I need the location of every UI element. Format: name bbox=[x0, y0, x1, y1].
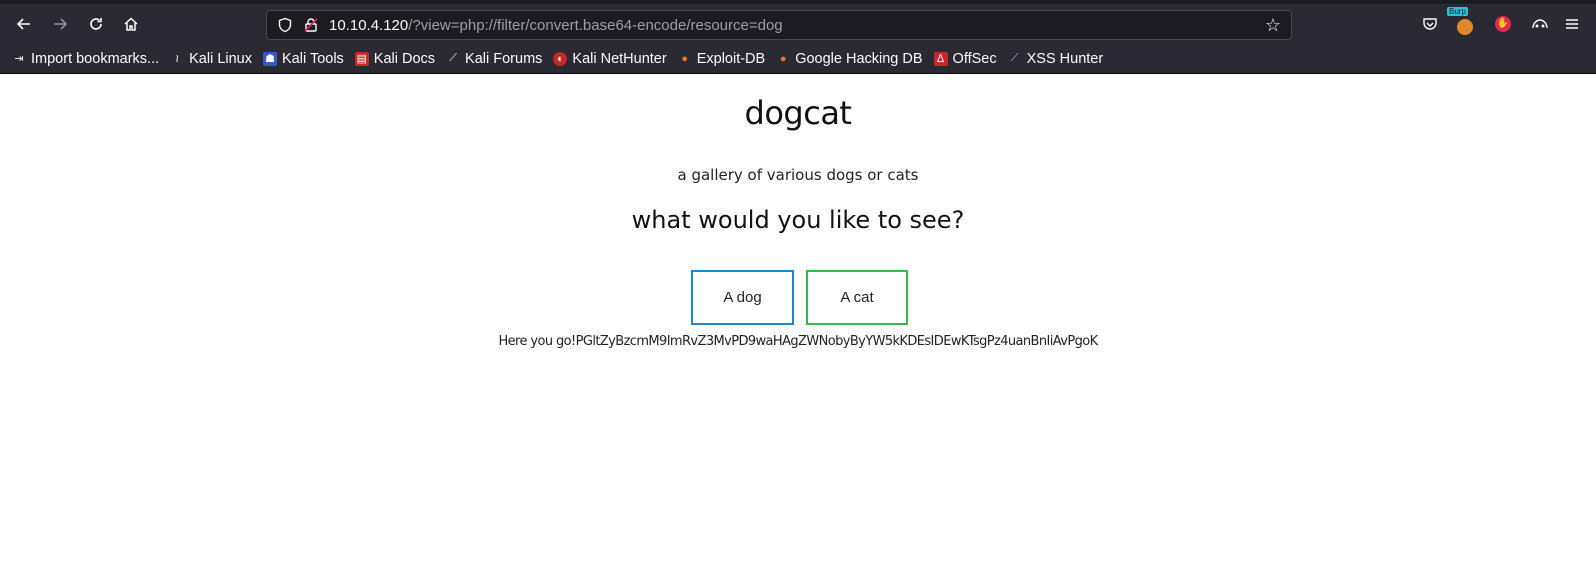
bookmark-label: OffSec bbox=[952, 50, 997, 67]
ghdb-icon: ● bbox=[779, 52, 787, 65]
bookmark-star-icon[interactable]: ☆ bbox=[1265, 15, 1281, 36]
bookmark-label: XSS Hunter bbox=[1026, 50, 1104, 67]
home-icon bbox=[124, 17, 138, 31]
bookmark-label: Kali NetHunter bbox=[572, 50, 667, 67]
xss-hunter-icon: ⟋ bbox=[1010, 52, 1019, 64]
wappalyzer-icon bbox=[1532, 19, 1548, 29]
back-button[interactable] bbox=[10, 10, 38, 38]
forward-button[interactable] bbox=[46, 10, 74, 38]
pocket-button[interactable] bbox=[1418, 12, 1442, 36]
home-button[interactable] bbox=[117, 10, 145, 38]
burp-extension-button[interactable]: Burp bbox=[1447, 7, 1477, 36]
bookmark-kali-linux[interactable]: ≀ Kali Linux bbox=[170, 51, 252, 67]
tracking-shield-icon[interactable] bbox=[277, 17, 293, 33]
menu-button[interactable] bbox=[1560, 12, 1584, 36]
bookmark-import[interactable]: ⇥ Import bookmarks... bbox=[12, 51, 159, 67]
bookmark-label: Exploit-DB bbox=[696, 50, 766, 67]
red-hand-icon: ✋ bbox=[1495, 16, 1511, 32]
stop-extension-button[interactable]: ✋ bbox=[1491, 12, 1515, 36]
arrow-right-icon bbox=[54, 18, 68, 30]
bookmark-label: Kali Tools bbox=[282, 50, 344, 67]
extension-button[interactable] bbox=[1528, 12, 1552, 36]
exploit-db-icon: ● bbox=[681, 52, 689, 65]
page-title: dogcat bbox=[744, 94, 852, 132]
bookmark-xss-hunter[interactable]: ⟋ XSS Hunter bbox=[1008, 50, 1104, 67]
bookmarks-toolbar: ⇥ Import bookmarks... ≀ Kali Linux ☗ Kal… bbox=[0, 44, 1596, 74]
bookmark-label: Kali Linux bbox=[189, 50, 252, 67]
page-content: dogcat a gallery of various dogs or cats… bbox=[0, 74, 1596, 560]
result-text: Here you go!PGltZyBzcmM9ImRvZ3MvPD9waHAg… bbox=[498, 334, 1098, 349]
hamburger-menu-icon bbox=[1566, 19, 1578, 29]
kali-tools-icon: ☗ bbox=[263, 51, 277, 66]
browser-chrome: 10.10.4.120/?view=php://filter/convert.b… bbox=[0, 0, 1596, 74]
import-icon: ⇥ bbox=[14, 53, 24, 65]
kali-docs-icon: ▤ bbox=[354, 51, 369, 66]
dog-button[interactable]: A dog bbox=[691, 270, 794, 325]
bookmark-exploit-db[interactable]: ● Exploit-DB bbox=[678, 50, 766, 67]
bookmark-kali-forums[interactable]: ⟋ Kali Forums bbox=[446, 51, 542, 67]
bookmark-label: Import bookmarks... bbox=[31, 50, 160, 67]
page-subtitle: a gallery of various dogs or cats bbox=[677, 166, 919, 184]
url-text[interactable]: 10.10.4.120/?view=php://filter/convert.b… bbox=[329, 17, 783, 34]
arrow-left-icon bbox=[16, 18, 30, 30]
bookmark-label: Kali Docs bbox=[373, 50, 436, 67]
page-question: what would you like to see? bbox=[631, 206, 965, 234]
burp-badge: Burp bbox=[1447, 7, 1468, 16]
bookmark-kali-docs[interactable]: ▤ Kali Docs bbox=[354, 50, 436, 67]
bookmark-label: Kali Forums bbox=[465, 50, 543, 67]
url-host: 10.10.4.120 bbox=[329, 17, 409, 34]
foxyproxy-icon bbox=[1457, 19, 1473, 35]
navigation-toolbar: 10.10.4.120/?view=php://filter/convert.b… bbox=[0, 4, 1596, 44]
offsec-icon: ∆ bbox=[933, 51, 948, 66]
cat-button[interactable]: A cat bbox=[806, 270, 908, 325]
bookmark-kali-nethunter[interactable]: ◐ Kali NetHunter bbox=[553, 50, 667, 67]
kali-forums-icon: ⟋ bbox=[449, 52, 457, 64]
url-path: /?view=php://filter/convert.base64-encod… bbox=[408, 17, 783, 34]
reload-icon bbox=[90, 18, 102, 30]
bookmark-offsec[interactable]: ∆ OffSec bbox=[933, 50, 997, 67]
kali-dragon-icon: ≀ bbox=[175, 53, 180, 65]
insecure-lock-icon[interactable] bbox=[303, 17, 319, 33]
reload-button[interactable] bbox=[82, 10, 110, 38]
nethunter-icon: ◐ bbox=[553, 51, 568, 66]
pocket-icon bbox=[1423, 18, 1437, 30]
bookmark-kali-tools[interactable]: ☗ Kali Tools bbox=[263, 51, 344, 67]
address-bar[interactable]: 10.10.4.120/?view=php://filter/convert.b… bbox=[266, 10, 1292, 40]
bookmark-google-hacking-db[interactable]: ● Google Hacking DB bbox=[776, 50, 923, 67]
bookmark-label: Google Hacking DB bbox=[795, 50, 923, 67]
